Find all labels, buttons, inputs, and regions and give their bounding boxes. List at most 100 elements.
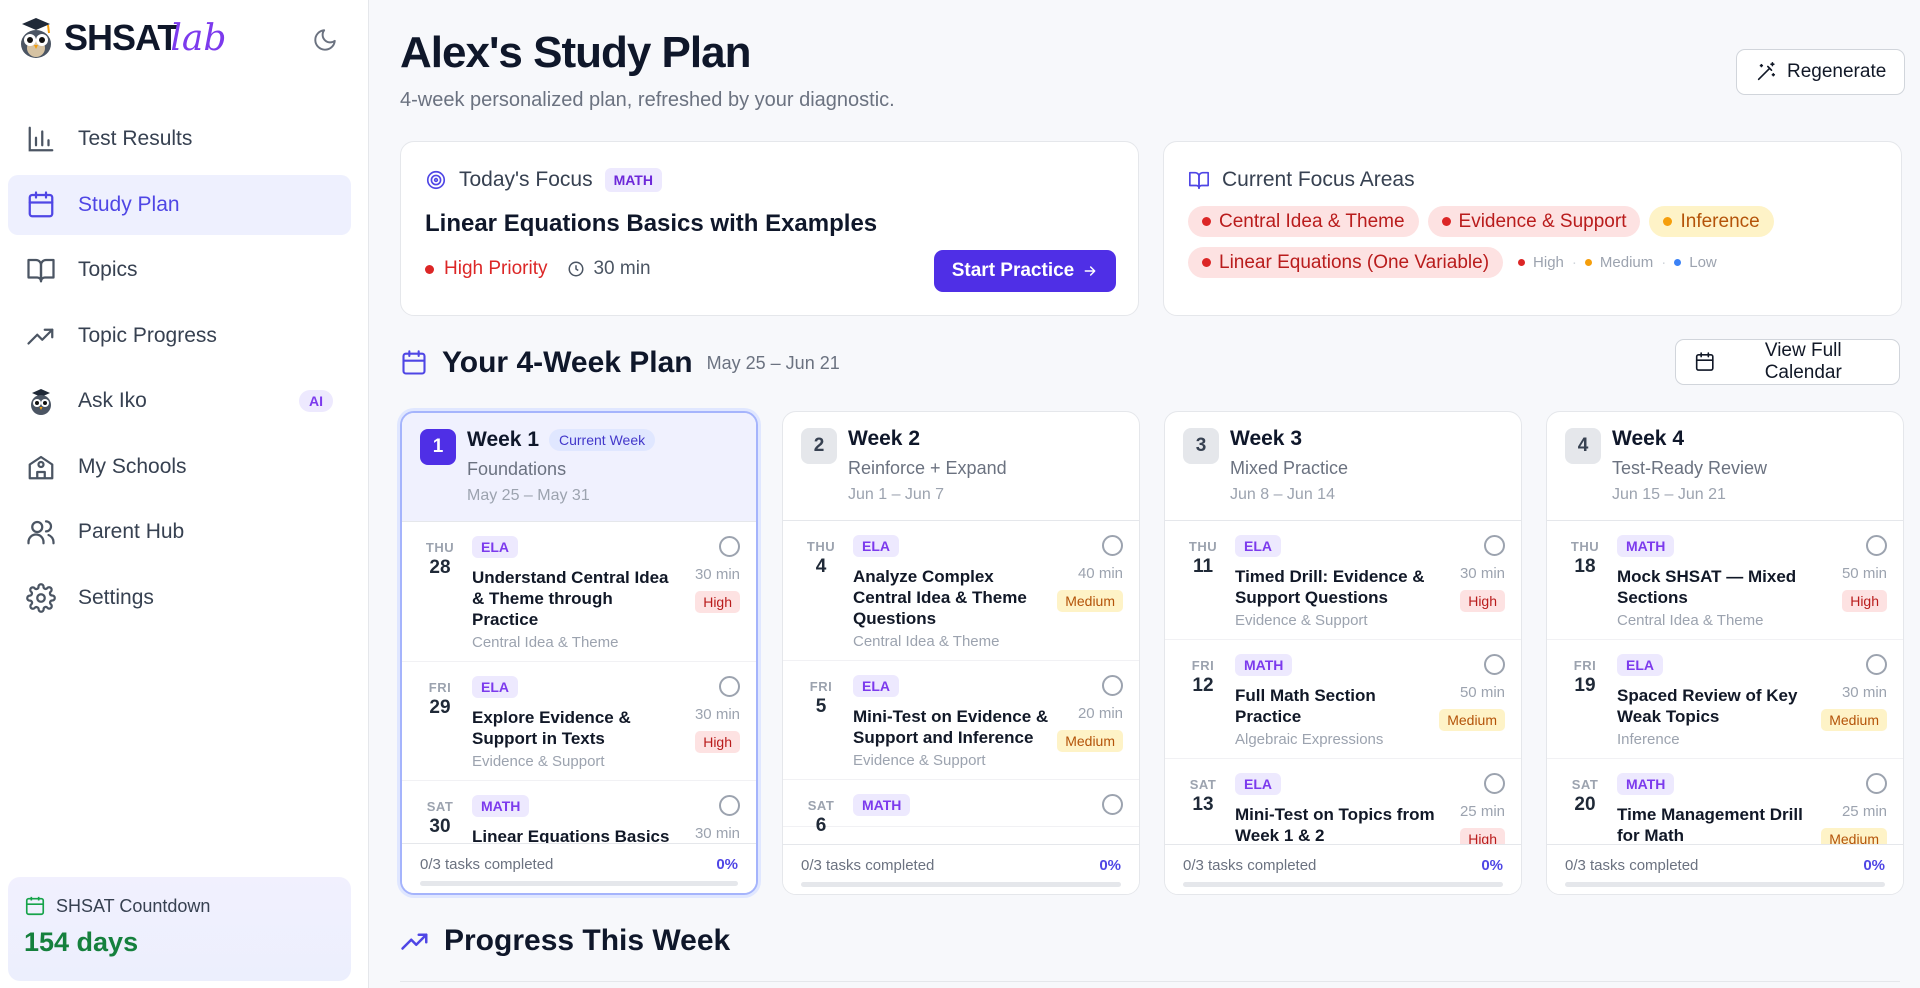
- sidebar-item-test-results[interactable]: Test Results: [8, 109, 351, 169]
- task-complete-checkbox[interactable]: [1866, 773, 1887, 794]
- task-meta: 40 min Medium: [1057, 535, 1123, 612]
- task-item[interactable]: THU 4 ELA Analyze Complex Central Idea & Th…: [783, 521, 1139, 661]
- week-name: Week 3: [1230, 427, 1302, 450]
- main-content: Alex's Study Plan 4-week personalized pl…: [400, 0, 1906, 988]
- plan-header: Your 4-Week Plan May 25 – Jun 21: [400, 346, 840, 380]
- owl-icon: [31, 389, 51, 415]
- bar-chart-icon: [28, 126, 54, 152]
- priority-label: High Priority: [444, 258, 548, 279]
- high-dot-icon: [1202, 258, 1211, 267]
- task-complete-checkbox[interactable]: [1484, 654, 1505, 675]
- sidebar-item-parent-hub[interactable]: Parent Hub: [8, 502, 351, 562]
- task-topic: Central Idea & Theme: [1617, 612, 1764, 629]
- task-item[interactable]: THU 11 ELA Timed Drill: Evidence & Support …: [1165, 521, 1521, 640]
- week-name-row: Week 2: [848, 427, 920, 451]
- target-icon: [426, 170, 446, 190]
- sidebar-item-settings[interactable]: Settings: [8, 568, 351, 628]
- task-duration: 50 min: [1841, 565, 1887, 582]
- week-footer: 0/3 tasks completed 0%: [783, 844, 1139, 894]
- sidebar-item-my-schools[interactable]: My Schools: [8, 437, 351, 497]
- todays-focus-header: Today's Focus MATH: [425, 168, 662, 192]
- book-icon: [27, 258, 55, 283]
- task-item[interactable]: SAT 6 MATH: [783, 780, 1139, 836]
- focus-chip[interactable]: Central Idea & Theme: [1188, 206, 1419, 237]
- week-card-3[interactable]: 3 Week 3 Mixed Practice Jun 8 – Jun 14 THU 11…: [1164, 411, 1522, 895]
- task-topic: Algebraic Expressions: [1235, 731, 1384, 748]
- regenerate-button[interactable]: Regenerate: [1736, 49, 1906, 95]
- subject-tag: MATH: [1617, 535, 1675, 557]
- task-item[interactable]: SAT 20 MATH Time Management Drill for Math 2…: [1547, 759, 1903, 846]
- task-item[interactable]: FRI 19 ELA Spaced Review of Key Weak Topics…: [1547, 640, 1903, 759]
- week-card-4[interactable]: 4 Week 4 Test-Ready Review Jun 15 – Jun 21 T…: [1546, 411, 1904, 895]
- week-progress-row: 0/3 tasks completed 0%: [420, 856, 738, 873]
- task-complete-checkbox[interactable]: [1102, 535, 1123, 556]
- week-number: 4: [1565, 428, 1601, 464]
- sidebar-item-topics[interactable]: Topics: [8, 240, 351, 300]
- task-item[interactable]: FRI 5 ELA Mini-Test on Evidence & Support a…: [783, 661, 1139, 780]
- subject-tag: MATH: [1617, 773, 1675, 795]
- task-date: 5: [815, 696, 827, 717]
- task-weekday: FRI: [428, 680, 452, 695]
- theme-toggle-moon-icon[interactable]: [312, 27, 338, 53]
- subject-tag: ELA: [1617, 654, 1663, 676]
- sidebar-item-label: Settings: [78, 585, 154, 609]
- week-header: 3 Week 3 Mixed Practice Jun 8 – Jun 14: [1165, 412, 1521, 521]
- focus-chip[interactable]: Linear Equations (One Variable): [1188, 247, 1504, 278]
- high-priority-dot-icon: [425, 264, 434, 274]
- task-duration: 30 min: [1459, 565, 1505, 582]
- week-name: Week 2: [848, 427, 920, 450]
- focus-chip[interactable]: Evidence & Support: [1427, 206, 1641, 237]
- task-date: 18: [1574, 556, 1596, 577]
- task-complete-checkbox[interactable]: [719, 795, 740, 816]
- task-item[interactable]: FRI 12 MATH Full Math Section Practice Algeb…: [1165, 640, 1521, 759]
- start-practice-button[interactable]: Start Practice: [934, 250, 1116, 292]
- week-number: 3: [1183, 428, 1219, 464]
- task-topic: Inference: [1617, 731, 1680, 748]
- task-complete-checkbox[interactable]: [1866, 654, 1887, 675]
- task-topic: Evidence & Support: [472, 753, 605, 770]
- task-complete-checkbox[interactable]: [719, 536, 740, 557]
- task-title: Mock SHSAT — Mixed Sections: [1617, 567, 1797, 607]
- view-full-calendar-button[interactable]: View Full Calendar: [1675, 339, 1900, 385]
- task-complete-checkbox[interactable]: [1484, 535, 1505, 556]
- task-item[interactable]: THU 28 ELA Understand Central Idea & Theme …: [402, 522, 756, 662]
- task-meta: 30 minHigh: [695, 795, 740, 847]
- tasks-completed: 0/3 tasks completed: [1565, 857, 1699, 874]
- brand-name: SHSATlab: [64, 17, 227, 59]
- sidebar-item-label: Parent Hub: [78, 520, 185, 543]
- sidebar-nav: Test Results Study Plan Topics Topic Pro…: [8, 109, 351, 633]
- task-item[interactable]: THU 18 MATH Mock SHSAT — Mixed Sections Cent…: [1547, 521, 1903, 640]
- sidebar-item-study-plan[interactable]: Study Plan: [8, 174, 351, 235]
- logo[interactable]: SHSATlab: [16, 16, 226, 60]
- week-card-1[interactable]: 1 Week 1 Current Week Foundations May 25 – M…: [400, 411, 758, 895]
- task-item[interactable]: SAT30MATHLinear Equations Basics with Ex…: [402, 781, 756, 847]
- task-item[interactable]: SAT 13 ELA Mini-Test on Topics from Week 1 …: [1165, 759, 1521, 846]
- completion-percent: 0%: [1099, 857, 1121, 874]
- task-date: 20: [1574, 794, 1596, 815]
- week-header: 2 Week 2 Reinforce + Expand Jun 1 – Jun 7: [783, 412, 1139, 521]
- task-meta: 30 minHigh: [1460, 535, 1505, 612]
- task-complete-checkbox[interactable]: [719, 676, 740, 697]
- tasks-completed: 0/3 tasks completed: [801, 857, 935, 874]
- task-complete-checkbox[interactable]: [1102, 675, 1123, 696]
- task-day: SAT 20: [1565, 777, 1605, 816]
- task-item[interactable]: FRI 29 ELA Explore Evidence & Support in Te…: [402, 662, 756, 781]
- sidebar-item-ask-iko[interactable]: Ask Iko AI: [8, 371, 351, 431]
- calendar-icon: [28, 190, 54, 217]
- progress-bar: [1565, 882, 1885, 887]
- task-title: Explore Evidence & Support in Texts: [472, 708, 631, 748]
- legend-separator: ·: [1661, 254, 1667, 271]
- page-title: Alex's Study Plan: [400, 28, 751, 77]
- task-complete-checkbox[interactable]: [1484, 773, 1505, 794]
- task-list: THU 18 MATH Mock SHSAT — Mixed Sections Cent…: [1547, 521, 1903, 846]
- week-card-2[interactable]: 2 Week 2 Reinforce + Expand Jun 1 – Jun 7 TH…: [782, 411, 1140, 895]
- task-complete-checkbox[interactable]: [1866, 535, 1887, 556]
- subject-tag: ELA: [1235, 773, 1281, 795]
- task-list: THU 11 ELA Timed Drill: Evidence & Support …: [1165, 521, 1521, 846]
- sidebar-item-topic-progress[interactable]: Topic Progress: [8, 306, 351, 366]
- task-complete-checkbox[interactable]: [1102, 794, 1123, 815]
- week-dates: Jun 8 – Jun 14: [1230, 486, 1335, 503]
- task-duration: 25 min: [1459, 803, 1505, 820]
- priority-badge: High: [695, 731, 740, 753]
- focus-chip[interactable]: Inference: [1649, 206, 1774, 237]
